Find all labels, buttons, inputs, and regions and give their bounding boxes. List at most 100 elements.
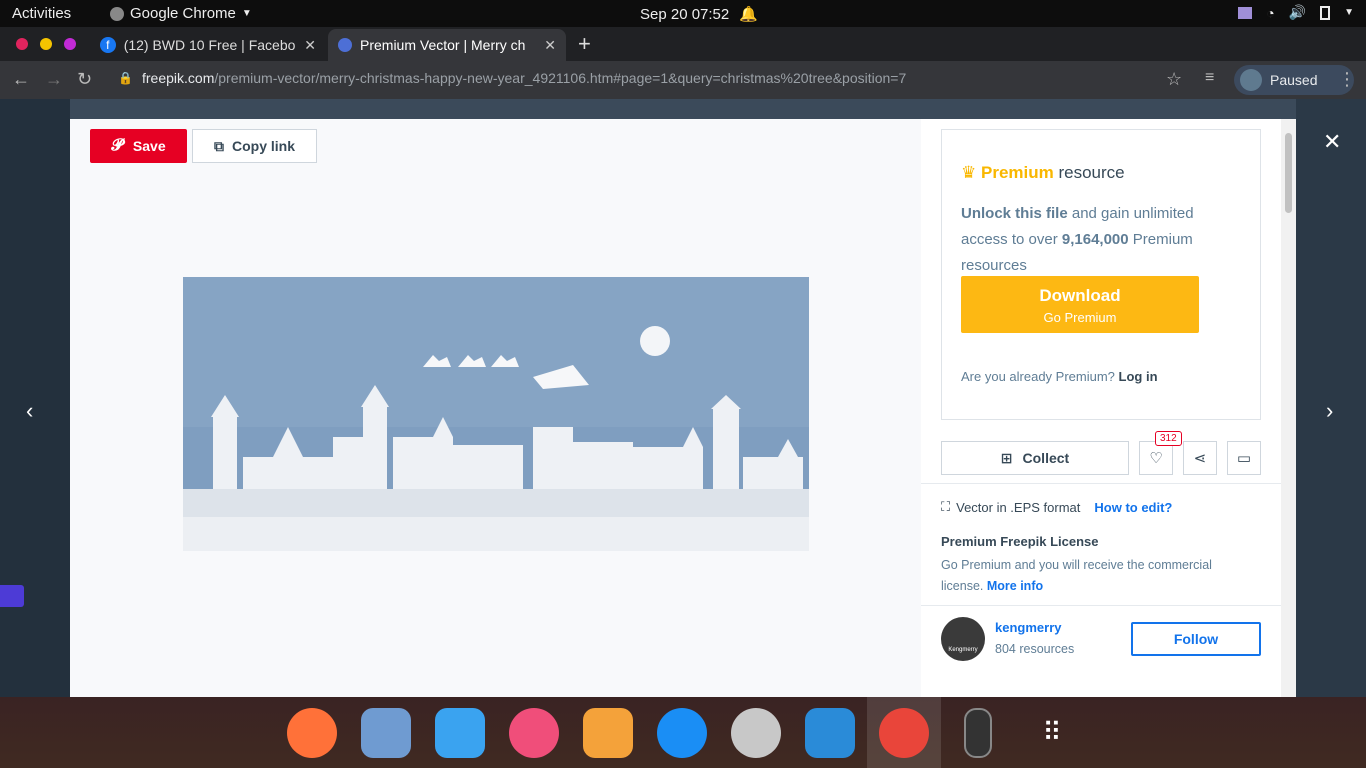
pinterest-save-button[interactable]: 𝓟 Save: [90, 129, 187, 163]
dock-show-apps[interactable]: ⠿: [1015, 697, 1089, 768]
system-top-bar: Activities Google Chrome ▼ Sep 20 07:52 …: [0, 0, 1366, 27]
comment-button[interactable]: ▭: [1227, 441, 1261, 475]
dock-app-store[interactable]: [645, 697, 719, 768]
premium-title: ♛ Premium resource: [961, 163, 1125, 183]
author-avatar[interactable]: Kengmerry: [941, 617, 985, 661]
more-info-link[interactable]: More info: [987, 579, 1043, 593]
media-queue-icon[interactable]: ≡: [1205, 69, 1214, 87]
dock-vscode[interactable]: [793, 697, 867, 768]
vector-format-icon: ⛶: [941, 499, 951, 514]
author-name-link[interactable]: kengmerry: [995, 620, 1061, 635]
collect-button[interactable]: ⊞ Collect: [941, 441, 1129, 475]
avatar: [1240, 69, 1262, 91]
divider: [921, 483, 1281, 484]
download-button[interactable]: Download Go Premium: [961, 276, 1199, 333]
system-tray[interactable]: ◔ 🔊 ▼: [1238, 4, 1354, 21]
collect-label: Collect: [1022, 450, 1070, 466]
app-menu-label: Google Chrome: [130, 5, 236, 22]
forward-arrow-icon[interactable]: →: [45, 69, 63, 90]
format-text: Vector in .EPS format: [956, 499, 1081, 515]
dock-help[interactable]: [719, 697, 793, 768]
copy-link-button[interactable]: ⧉ Copy link: [192, 129, 317, 163]
premium-description: Unlock this file and gain unlimited acce…: [961, 201, 1201, 279]
close-tab-icon[interactable]: ✕: [544, 37, 556, 54]
minimize-window-button[interactable]: [40, 38, 52, 50]
scrollbar-thumb[interactable]: [1285, 133, 1292, 213]
resource-modal: 𝓟 Save ⧉ Copy link ♛ Premium resource Un…: [70, 119, 1296, 697]
tab-facebook[interactable]: f (12) BWD 10 Free | Facebo ✕: [90, 29, 326, 61]
crown-icon: ♛: [961, 163, 977, 182]
wifi-icon: ◔: [1266, 4, 1275, 21]
help-lifebuoy-icon: [731, 707, 781, 758]
maximize-window-button[interactable]: [64, 38, 76, 50]
resource-count: 9,164,000: [1061, 231, 1129, 248]
battery-icon: [1320, 5, 1331, 20]
reload-icon[interactable]: ↻: [77, 69, 92, 90]
dock-firefox[interactable]: [275, 697, 349, 768]
background-sidebar: [0, 99, 70, 697]
share-icon: ⋖: [1193, 450, 1207, 467]
dock-music[interactable]: [497, 697, 571, 768]
format-row: ⛶ Vector in .EPS format How to edit?: [941, 499, 1172, 515]
chrome-icon: [110, 6, 124, 21]
apps-grid-icon: ⠿: [1042, 717, 1062, 747]
preview-area: 𝓟 Save ⧉ Copy link: [70, 119, 921, 697]
dock-chrome[interactable]: [867, 697, 941, 768]
how-to-edit-link[interactable]: How to edit?: [1094, 500, 1172, 515]
freepik-icon: [338, 38, 352, 52]
finder-icon: [435, 707, 485, 758]
app-menu[interactable]: Google Chrome ▼: [110, 5, 252, 22]
address-bar[interactable]: freepik.com/premium-vector/merry-christm…: [142, 70, 906, 86]
previous-arrow-icon[interactable]: ‹: [26, 398, 33, 424]
share-button[interactable]: ⋖: [1183, 441, 1217, 475]
tab-title: Premium Vector | Merry ch: [360, 37, 526, 53]
resource-word: resource: [1053, 163, 1125, 182]
copy-link-label: Copy link: [231, 138, 295, 154]
save-label: Save: [132, 138, 166, 154]
new-tab-button[interactable]: +: [578, 31, 591, 57]
dock-pages[interactable]: [571, 697, 645, 768]
kebab-menu-icon[interactable]: ⋮: [1338, 69, 1356, 90]
divider: [921, 605, 1281, 606]
tab-title: (12) BWD 10 Free | Facebo: [123, 37, 296, 53]
download-label: Download: [1039, 286, 1121, 305]
tab-freepik[interactable]: Premium Vector | Merry ch ✕: [328, 29, 566, 61]
profile-button[interactable]: Paused: [1234, 65, 1354, 95]
close-tab-icon[interactable]: ✕: [304, 37, 316, 54]
dock-finder[interactable]: [423, 697, 497, 768]
dock-mail[interactable]: [349, 697, 423, 768]
browser-toolbar: ← → ↻ 🔒 freepik.com/premium-vector/merry…: [0, 61, 1366, 99]
like-count-badge: 312: [1155, 431, 1182, 446]
vscode-icon: [805, 707, 855, 758]
mail-icon: [361, 707, 411, 758]
follow-button[interactable]: Follow: [1131, 622, 1261, 656]
license-text: Go Premium and you will receive the comm…: [941, 555, 1241, 597]
license-description: Go Premium and you will receive the comm…: [941, 558, 1212, 593]
chrome-icon: [879, 707, 929, 758]
next-arrow-icon[interactable]: ›: [1326, 398, 1333, 424]
modal-scrollbar[interactable]: [1281, 119, 1296, 697]
url-path: /premium-vector/merry-christmas-happy-ne…: [214, 70, 907, 86]
bookmark-star-icon[interactable]: ☆: [1166, 69, 1182, 90]
premium-word: Premium: [980, 163, 1054, 182]
back-arrow-icon[interactable]: ←: [12, 69, 30, 90]
login-link[interactable]: Log in: [1119, 369, 1158, 384]
already-premium-text: Are you already Premium? Log in: [961, 369, 1158, 384]
dock-phone[interactable]: [941, 697, 1015, 768]
feedback-tab[interactable]: [0, 585, 24, 607]
screen-icon: [1238, 6, 1253, 19]
close-window-button[interactable]: [16, 38, 28, 50]
christmas-village-image[interactable]: [183, 277, 809, 551]
copy-icon: ⧉: [213, 137, 224, 154]
application-dock: ⠿: [0, 697, 1366, 768]
lock-icon[interactable]: 🔒: [118, 71, 133, 85]
license-title: Premium Freepik License: [941, 534, 1099, 549]
pinterest-icon: 𝓟: [111, 137, 123, 154]
go-premium-label: Go Premium: [1043, 310, 1117, 325]
close-modal-icon[interactable]: ✕: [1323, 129, 1341, 155]
web-page: 𝓟 Save ⧉ Copy link ♛ Premium resource Un…: [0, 99, 1366, 697]
activities-button[interactable]: Activities: [12, 5, 71, 22]
clock[interactable]: Sep 20 07:52 🔔: [640, 5, 758, 24]
clock-label: Sep 20 07:52: [640, 5, 730, 23]
like-button[interactable]: ♡: [1139, 441, 1173, 475]
